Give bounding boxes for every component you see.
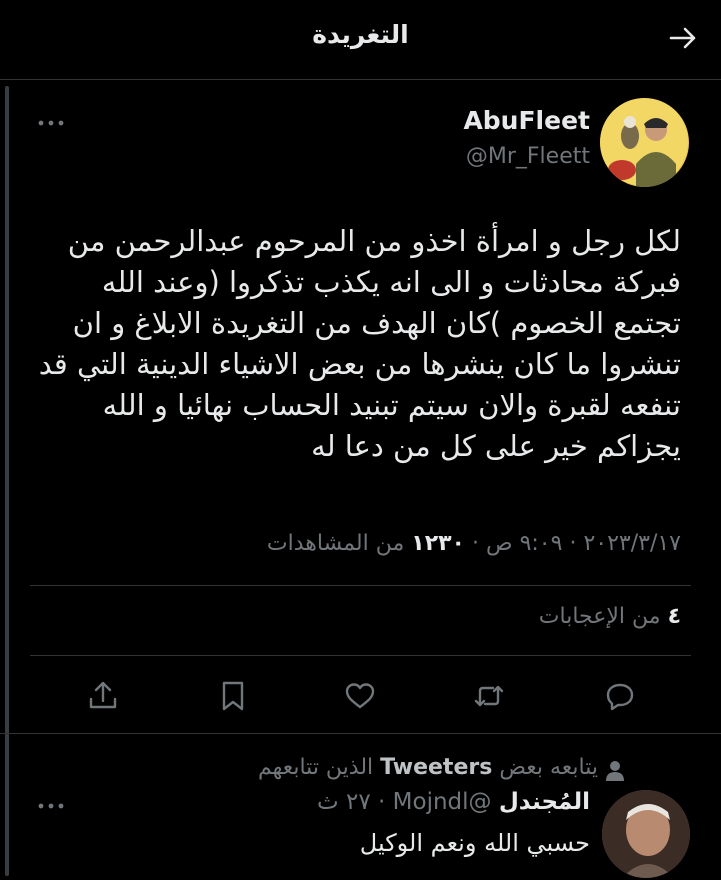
more-horizontal-icon — [38, 120, 64, 126]
page-title: التغريدة — [312, 20, 409, 49]
more-horizontal-icon — [38, 803, 64, 809]
tweet-date: ٢٠٢٣/٣/١٧ — [583, 531, 681, 556]
back-button[interactable] — [667, 22, 699, 54]
reply-author-name[interactable]: المُجندل — [499, 789, 590, 815]
share-button[interactable] — [85, 678, 121, 714]
retweet-icon — [474, 685, 504, 707]
social-context-suffix: الذين تتابعهم — [257, 755, 374, 780]
author-avatar[interactable] — [600, 98, 689, 187]
person-icon-wrap — [605, 760, 625, 786]
author-name[interactable]: AbuFleet — [463, 106, 590, 135]
reply-separator: · — [378, 789, 386, 815]
meta-separator: · — [471, 531, 479, 556]
share-icon — [89, 681, 117, 709]
reply-avatar-image — [602, 790, 690, 878]
reply-avatar[interactable] — [602, 790, 690, 878]
likes-summary[interactable]: ٤ من الإعجابات — [539, 604, 681, 629]
tweet-time: ٩:٠٩ ص — [485, 531, 563, 556]
reply-time[interactable]: ٢٧ ث — [317, 789, 371, 815]
retweet-button[interactable] — [471, 678, 507, 714]
reply-author-handle[interactable]: @Mojndl — [393, 789, 492, 815]
bookmark-button[interactable] — [215, 678, 251, 714]
author-handle[interactable]: @Mr_Fleett — [466, 144, 590, 169]
reply-icon — [606, 683, 634, 711]
views-label: من المشاهدات — [266, 531, 405, 556]
social-context[interactable]: يتابعه بعض Tweeters الذين تتابعهم — [258, 755, 598, 780]
avatar-image — [600, 98, 688, 187]
views-count[interactable]: ١٢٣٠ — [411, 531, 465, 556]
social-context-tweeters: Tweeters — [380, 755, 493, 780]
likes-count: ٤ — [667, 604, 681, 629]
reply-more-options-button[interactable] — [36, 796, 66, 816]
reply-button[interactable] — [602, 678, 638, 714]
tweet-text: لكل رجل و امرأة اخذو من المرحوم عبدالرحم… — [38, 224, 681, 463]
reply-text: حسبي الله ونعم الوكيل — [359, 829, 590, 857]
reply-header: المُجندل @Mojndl · ٢٧ ث — [317, 789, 590, 815]
like-button[interactable] — [342, 678, 378, 714]
bookmark-icon — [222, 681, 244, 711]
divider — [30, 655, 691, 656]
more-options-button[interactable] — [36, 113, 66, 133]
arrow-right-icon — [669, 27, 696, 49]
top-bar: التغريدة — [0, 0, 721, 80]
thread-line — [5, 86, 9, 876]
social-context-prefix: يتابعه بعض — [499, 755, 598, 780]
divider — [0, 733, 721, 734]
tweet-meta: ٢٠٢٣/٣/١٧ · ٩:٠٩ ص · ١٢٣٠ من المشاهدات — [267, 531, 681, 556]
divider — [30, 585, 691, 586]
heart-icon — [345, 683, 375, 709]
likes-label: من الإعجابات — [538, 604, 661, 629]
person-icon — [606, 761, 624, 781]
meta-separator: · — [569, 531, 577, 556]
